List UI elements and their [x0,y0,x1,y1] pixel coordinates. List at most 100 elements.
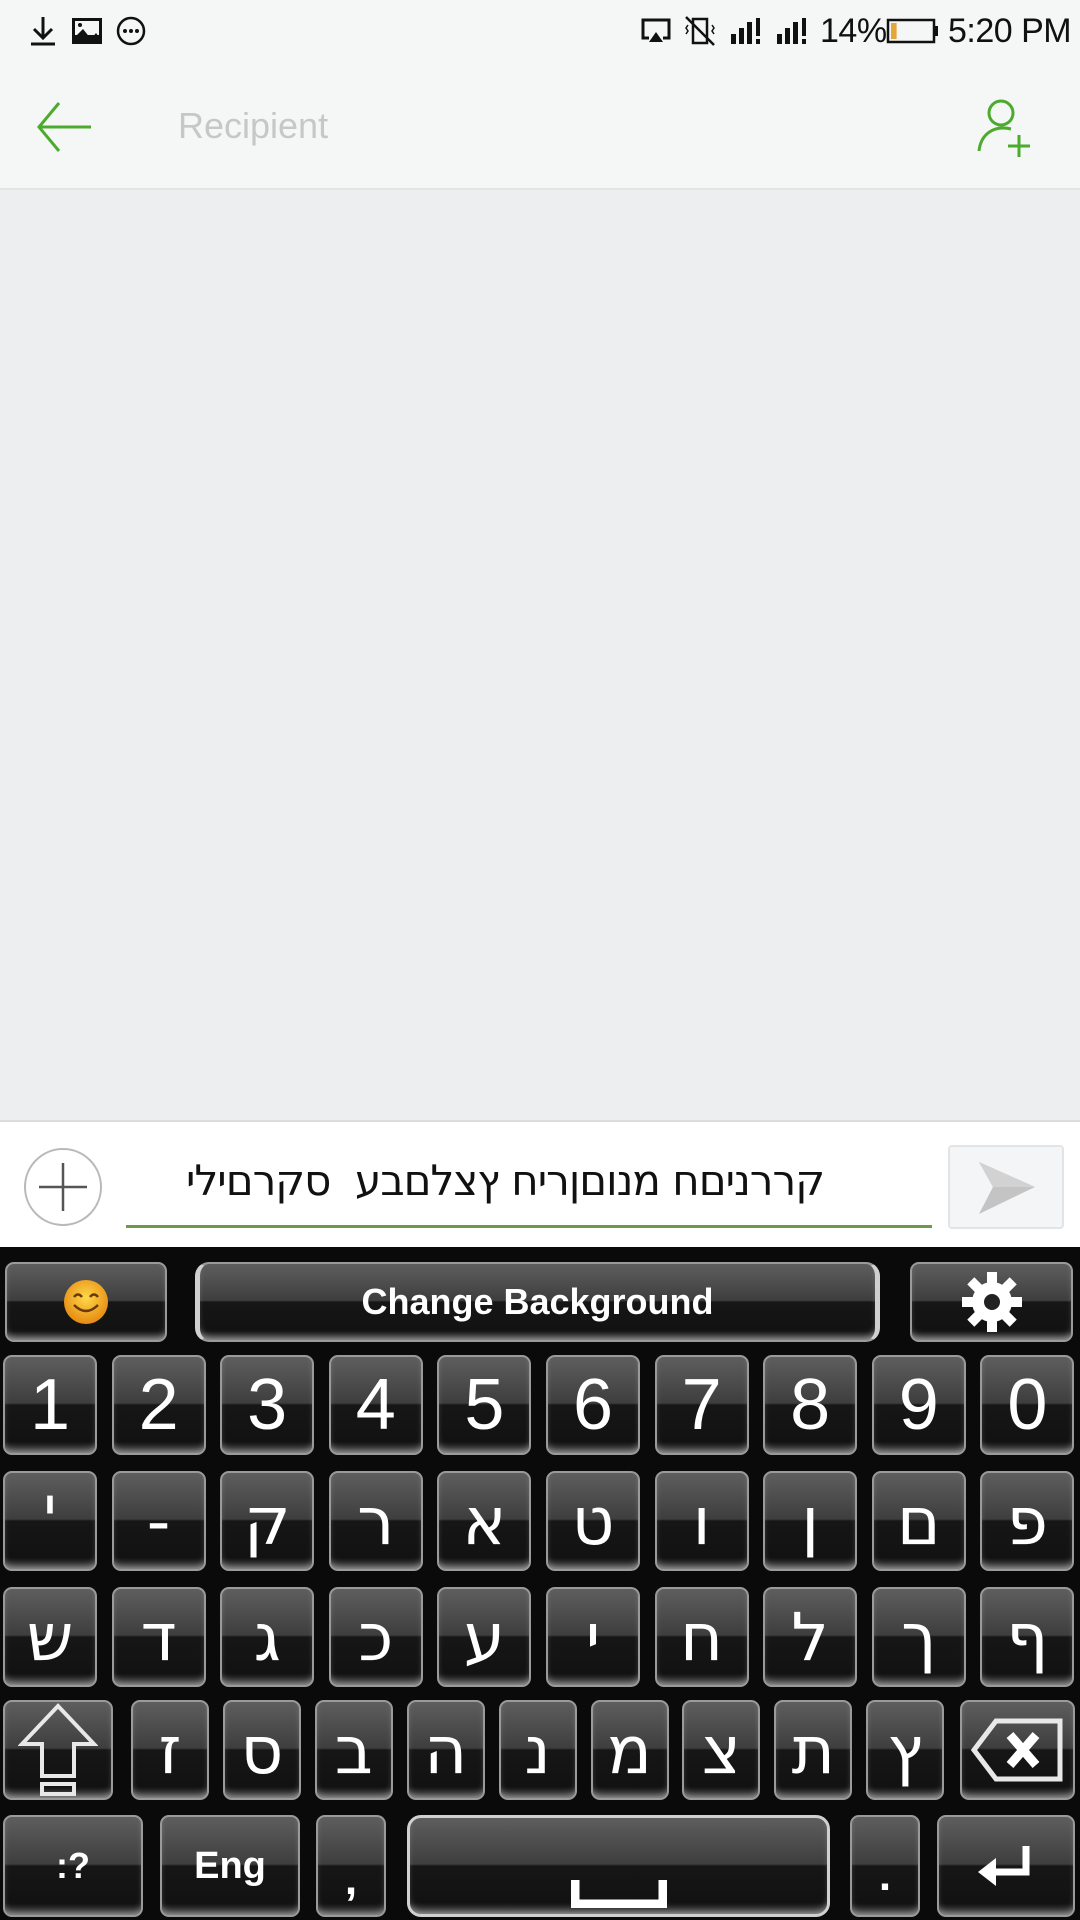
letter-key[interactable]: ד [111,1587,206,1687]
key-label: ו [692,1482,711,1560]
back-button[interactable] [30,92,100,162]
number-key[interactable]: 8 [763,1355,858,1455]
key-label: 0 [1007,1365,1048,1445]
battery-percent: 14% [820,12,887,50]
symbols-key[interactable]: :? [3,1815,143,1917]
letter-key[interactable]: כ [328,1587,423,1687]
add-contact-button[interactable] [968,92,1038,164]
number-key[interactable]: 4 [328,1355,423,1455]
letter-key[interactable]: ל [763,1587,858,1687]
attach-button[interactable] [24,1148,102,1226]
letter-key[interactable]: ו [654,1471,749,1571]
key-label: ת [791,1711,835,1789]
number-key[interactable]: 9 [871,1355,966,1455]
key-label: ף [1006,1598,1049,1676]
gear-icon [961,1272,1022,1332]
letter-key[interactable]: ' [3,1471,97,1571]
key-label: ע [463,1598,506,1676]
number-key[interactable]: 7 [654,1355,749,1455]
letter-key[interactable]: נ [498,1700,577,1800]
message-thread-area [0,190,1080,1120]
key-label: 1 [29,1365,71,1445]
key-label: ן [801,1482,820,1560]
key-label: צ [701,1711,741,1789]
key-label: - [146,1482,171,1560]
shift-icon [18,1703,98,1796]
key-label: 5 [464,1365,505,1445]
language-key[interactable]: Eng [160,1815,300,1917]
letter-key[interactable]: ם [871,1471,966,1571]
key-label: 7 [681,1365,722,1445]
number-key[interactable]: 1 [3,1355,97,1455]
letter-key[interactable]: צ [682,1700,761,1800]
key-label: מ [607,1711,652,1789]
key-label: ק [243,1482,291,1560]
letter-key[interactable]: א [437,1471,532,1571]
space-key[interactable] [407,1815,830,1917]
change-background-button[interactable]: Change Background [195,1262,880,1342]
number-key[interactable]: 5 [437,1355,532,1455]
key-label: נ [524,1711,551,1789]
letter-key[interactable]: ח [654,1587,749,1687]
letter-key[interactable]: ץ [866,1700,945,1800]
more-circle-icon [114,14,148,48]
letter-key[interactable]: ר [328,1471,423,1571]
letter-key[interactable]: - [111,1471,206,1571]
letter-key[interactable]: ש [3,1587,97,1687]
key-label: ג [253,1598,281,1676]
recipient-input[interactable] [178,96,878,156]
period-label: . [878,1851,892,1900]
key-label: ך [901,1598,937,1676]
key-label: ץ [887,1711,923,1789]
compose-bar: קררניםח מנוםןריח ץצלםבע סקרםילי 2 [0,1120,1080,1247]
enter-icon [978,1846,1030,1886]
enter-key[interactable] [937,1815,1075,1917]
period-key[interactable]: . [850,1815,920,1917]
key-label: 9 [898,1365,939,1445]
signal-sim2-icon [774,14,814,48]
number-key[interactable]: 0 [980,1355,1075,1455]
comma-key[interactable]: , [316,1815,386,1917]
key-label: ש [26,1598,74,1676]
number-key[interactable]: 6 [546,1355,640,1455]
number-key[interactable]: 2 [111,1355,206,1455]
letter-key[interactable]: ט [546,1471,640,1571]
letter-key[interactable]: ף [980,1587,1075,1687]
key-label: 6 [572,1365,614,1445]
backspace-icon [970,1718,1062,1782]
key-label: 3 [247,1365,288,1445]
letter-key[interactable]: פ [980,1471,1075,1571]
vibrate-off-icon [682,14,718,48]
letter-key[interactable]: ג [220,1587,315,1687]
letter-key[interactable]: י [546,1587,640,1687]
key-label: ל [791,1598,829,1676]
message-input[interactable]: קררניםח מנוםןריח ץצלםבע סקרםילי 2 [126,1138,1037,1228]
letter-key[interactable]: ז [131,1700,209,1800]
status-bar: 14% 5:20 PM [0,0,1080,62]
keyboard: Change Background:? Eng , . 1 2 3 4 5 6… [0,1247,1080,1920]
letter-key[interactable]: מ [590,1700,669,1800]
send-button[interactable] [948,1145,1064,1229]
emoji-key[interactable] [5,1262,167,1342]
letter-key[interactable]: ס [222,1700,301,1800]
letter-key[interactable]: ן [763,1471,858,1571]
letter-key[interactable]: ה [406,1700,485,1800]
backspace-key[interactable] [960,1700,1075,1800]
key-label: ח [680,1598,724,1676]
letter-key[interactable]: ע [437,1587,532,1687]
letter-key[interactable]: ב [314,1700,393,1800]
letter-key[interactable]: ת [774,1700,853,1800]
key-label: ר [357,1482,395,1560]
change-background-label: Change Background [361,1281,714,1322]
key-label: 8 [790,1365,831,1445]
letter-key[interactable]: ך [871,1587,966,1687]
letter-key[interactable]: ק [220,1471,315,1571]
key-label: כ [358,1598,394,1676]
key-label: 2 [138,1365,179,1445]
download-icon [26,14,60,48]
number-key[interactable]: 3 [220,1355,315,1455]
shift-key[interactable] [3,1700,113,1800]
key-label: ד [140,1598,177,1676]
key-label: 4 [355,1365,396,1445]
keyboard-settings-key[interactable] [910,1262,1073,1342]
